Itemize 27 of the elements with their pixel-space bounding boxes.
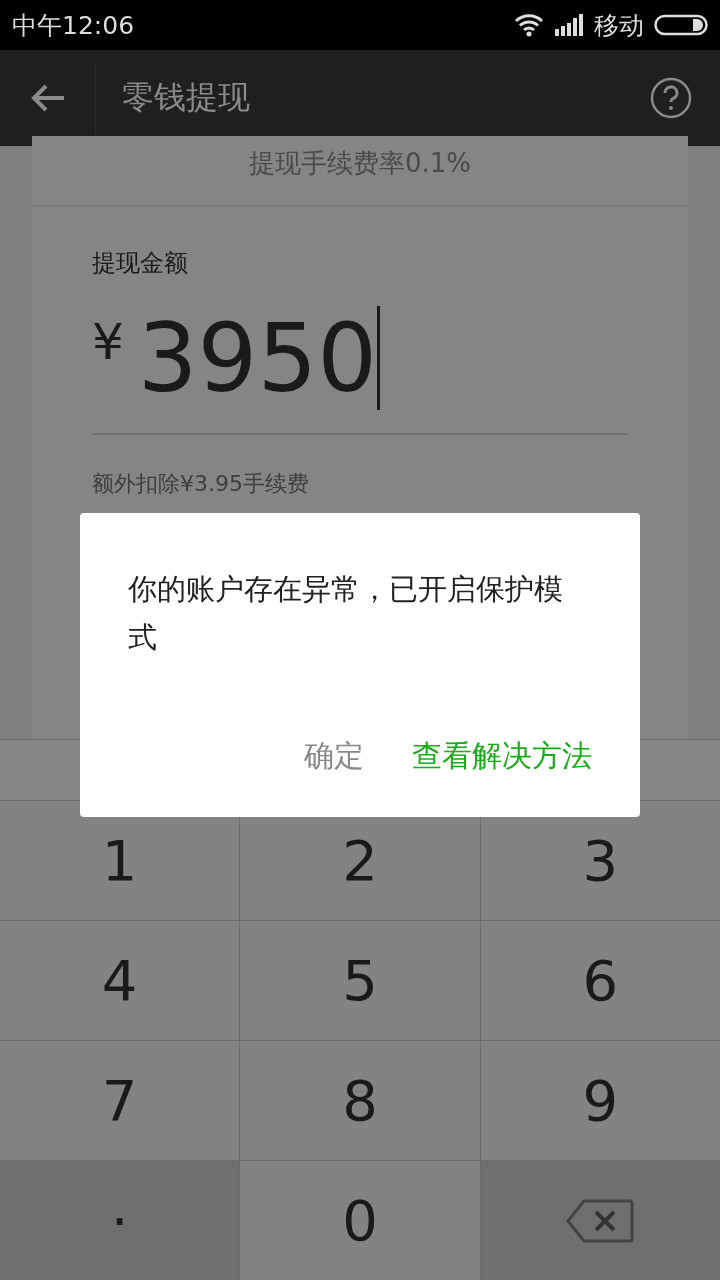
help-icon[interactable] <box>650 77 692 119</box>
page-title: 零钱提现 <box>122 77 251 118</box>
currency-symbol: ¥ <box>92 313 124 371</box>
backspace-icon <box>566 1198 635 1243</box>
solution-button[interactable]: 查看解决方法 <box>412 736 592 777</box>
digit-key[interactable]: 5 <box>240 921 480 1040</box>
fee-rate-text: 提现手续费率0.1% <box>248 148 472 178</box>
digit-key[interactable]: 8 <box>240 1041 480 1160</box>
back-arrow-icon[interactable] <box>29 83 66 113</box>
digit-key[interactable]: 9 <box>480 1041 720 1160</box>
wifi-icon <box>514 13 544 37</box>
carrier-name: 移动 <box>594 9 644 42</box>
digit-key[interactable]: 0 <box>240 1161 480 1280</box>
digit-key[interactable]: 6 <box>480 921 720 1040</box>
digit-key[interactable]: 1 <box>0 801 240 920</box>
digit-key[interactable]: 4 <box>0 921 240 1040</box>
amount-label: 提现金额 <box>92 248 189 279</box>
signal-icon <box>554 13 584 37</box>
digit-key[interactable]: 7 <box>0 1041 240 1160</box>
amount-input[interactable]: 3950 <box>137 303 378 413</box>
confirm-button[interactable]: 确定 <box>304 736 364 777</box>
fee-note: 额外扣除¥3.95手续费 <box>92 470 310 498</box>
dialog-message: 你的账户存在异常，已开启保护模式 <box>128 571 564 656</box>
battery-icon <box>654 13 708 37</box>
digit-key[interactable]: 3 <box>480 801 720 920</box>
status-time: 中午12:06 <box>12 9 135 42</box>
dot-key[interactable]: . <box>0 1161 240 1280</box>
